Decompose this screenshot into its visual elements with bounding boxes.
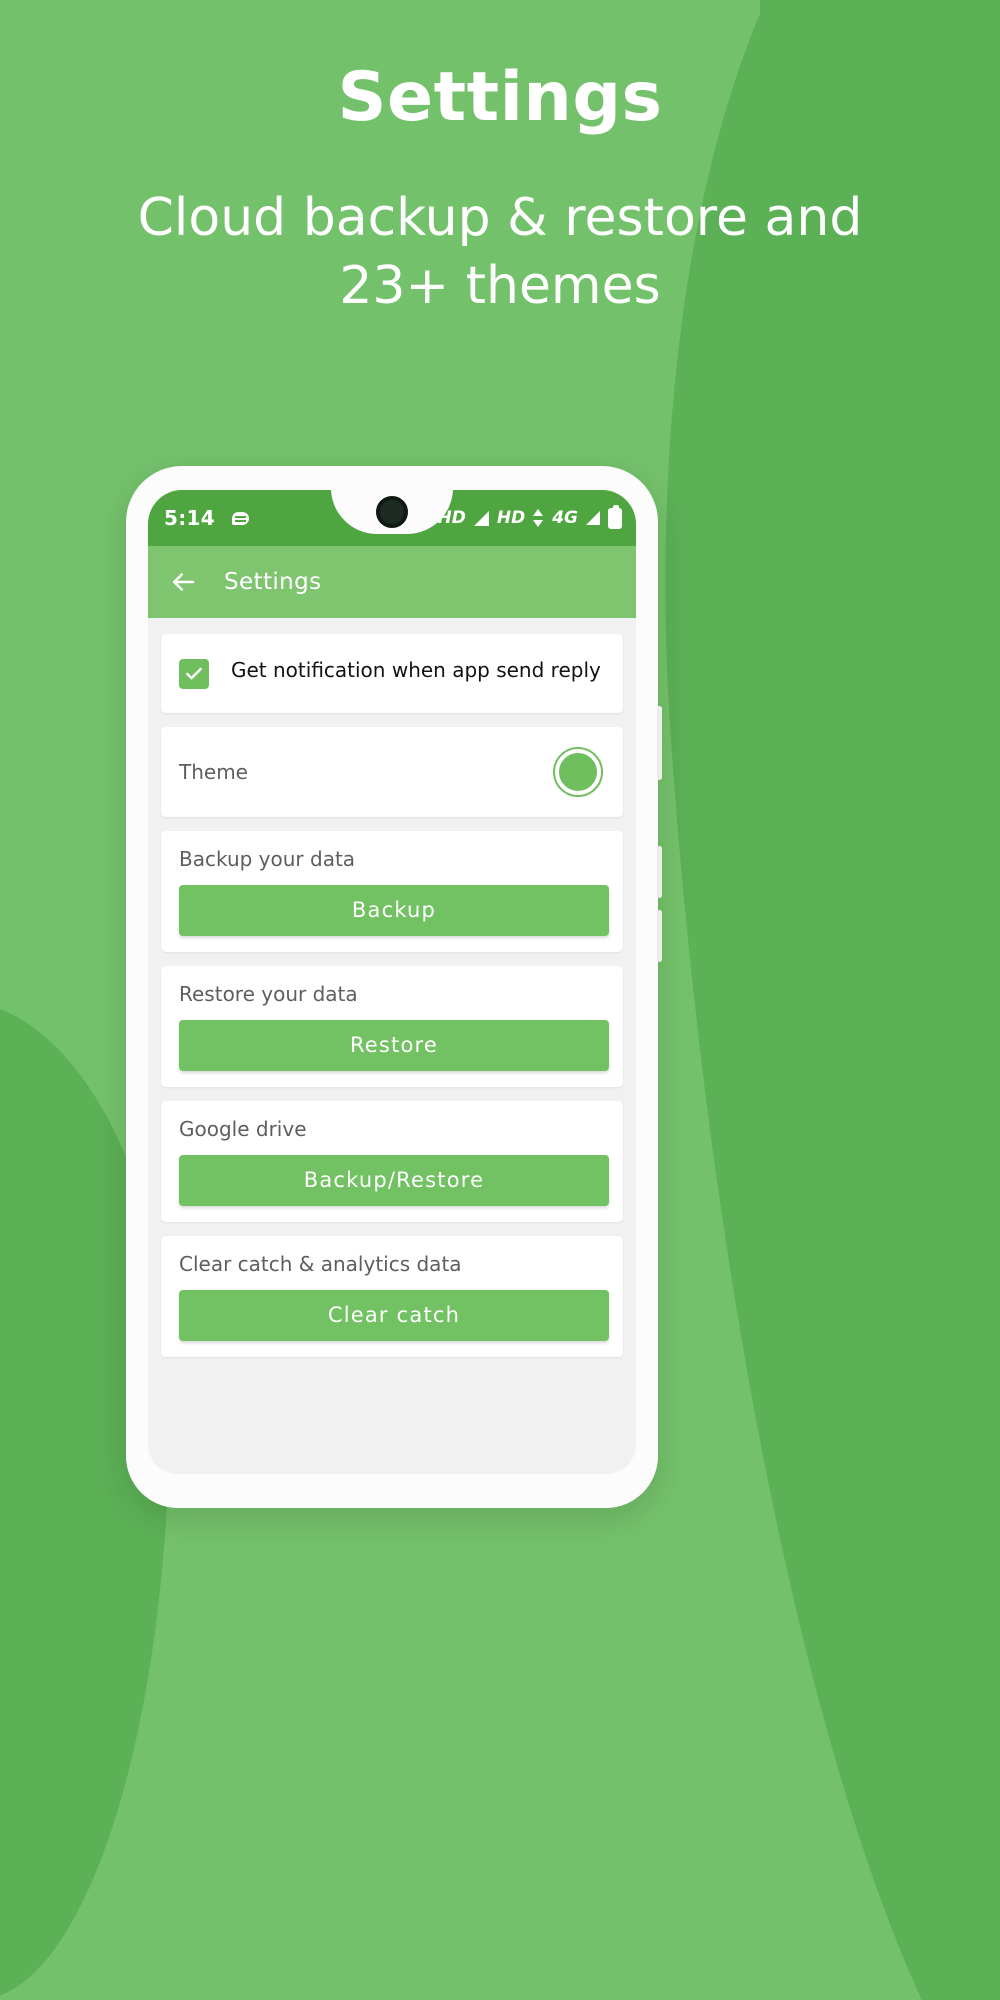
settings-list: Get notification when app send reply The… [148, 618, 636, 1474]
notification-label: Get notification when app send reply [231, 658, 601, 682]
front-camera-icon [376, 496, 408, 528]
clear-cache-label: Clear catch & analytics data [179, 1252, 462, 1276]
data-transfer-icon [533, 509, 544, 527]
google-drive-label: Google drive [179, 1117, 307, 1141]
volume-down-button[interactable] [657, 910, 662, 962]
backup-button[interactable]: Backup [179, 885, 609, 936]
google-drive-backup-restore-button[interactable]: Backup/Restore [179, 1155, 609, 1206]
status-bar: 5:14 HD HD 4G [148, 490, 636, 546]
theme-label: Theme [179, 760, 248, 784]
phone-mockup: 5:14 HD HD 4G Settings Get notification … [126, 466, 662, 1508]
promo-screenshot: Settings Cloud backup & restore and 23+ … [0, 0, 1000, 2000]
volume-up-button[interactable] [657, 846, 662, 898]
signal-icon-2 [586, 511, 600, 525]
backup-card: Backup your data Backup [161, 831, 623, 952]
hd-label-2: HD [496, 508, 526, 528]
status-bar-left: 5:14 [164, 506, 249, 530]
app-bar-title: Settings [224, 569, 322, 595]
restore-card: Restore your data Restore [161, 966, 623, 1087]
theme-setting-row[interactable]: Theme [161, 727, 623, 817]
signal-icon-1 [473, 510, 489, 526]
power-button[interactable] [657, 706, 662, 780]
notification-setting-row[interactable]: Get notification when app send reply [161, 634, 623, 713]
clear-cache-card: Clear catch & analytics data Clear catch [161, 1236, 623, 1357]
notification-checkbox[interactable] [179, 659, 209, 689]
arrow-left-icon[interactable] [168, 567, 198, 597]
restore-button[interactable]: Restore [179, 1020, 609, 1071]
google-drive-card: Google drive Backup/Restore [161, 1101, 623, 1222]
clear-cache-button[interactable]: Clear catch [179, 1290, 609, 1341]
backup-label: Backup your data [179, 847, 356, 871]
theme-color-swatch[interactable] [555, 749, 601, 795]
promo-title: Settings [337, 58, 663, 137]
promo-subtitle: Cloud backup & restore and 23+ themes [137, 188, 863, 316]
status-time: 5:14 [164, 506, 215, 530]
network-label: 4G [552, 508, 578, 528]
message-icon [231, 511, 249, 525]
app-bar: Settings [148, 546, 636, 618]
status-bar-right: HD HD 4G [422, 504, 622, 529]
battery-icon [608, 504, 622, 529]
promo-text-block: Settings Cloud backup & restore and 23+ … [0, 0, 1000, 321]
restore-label: Restore your data [179, 982, 358, 1006]
phone-screen: 5:14 HD HD 4G Settings Get notification … [148, 490, 636, 1474]
